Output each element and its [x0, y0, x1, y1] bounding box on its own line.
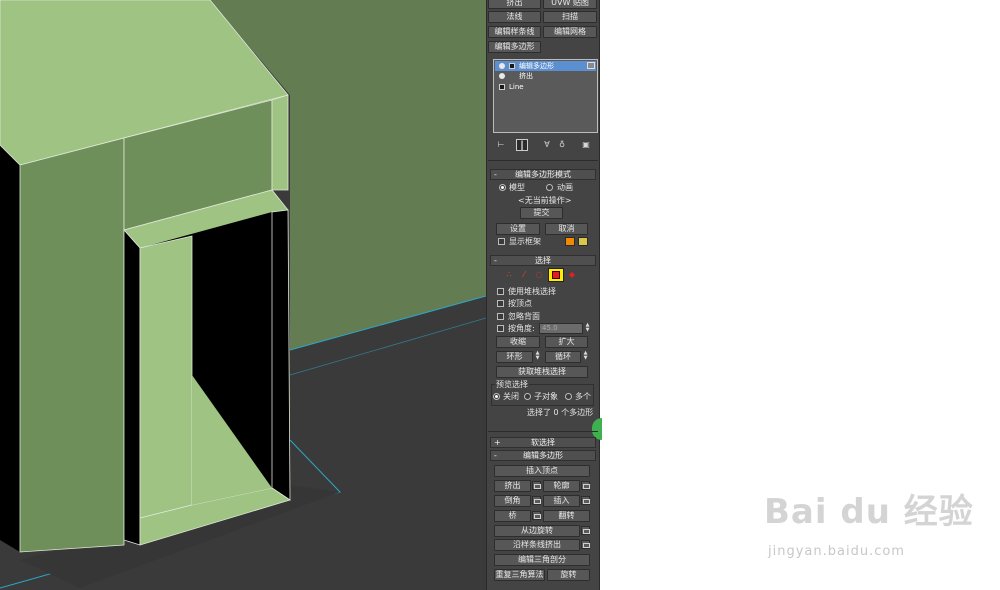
modifier-edit-poly-button[interactable]: 编辑多边形 — [488, 41, 541, 53]
stack-item-extrude[interactable]: 挤出 — [495, 71, 596, 81]
expand-icon[interactable] — [499, 84, 505, 90]
extrude-along-spline-button[interactable]: 沿样条线挤出 — [494, 539, 580, 551]
baidu-watermark: Bai du 经验 jingyan.baidu.com — [764, 484, 1000, 574]
commit-button[interactable]: 提交 — [520, 207, 563, 219]
viewport-scene — [0, 0, 486, 590]
by-vertex-checkbox[interactable] — [497, 300, 504, 307]
rollout-edit-poly-mode[interactable]: - 编辑多边形模式 — [490, 169, 596, 180]
rollout-selection[interactable]: - 选择 — [490, 255, 596, 266]
vertex-mode-icon[interactable]: ∴ — [503, 269, 515, 281]
angle-spinner-icon[interactable]: ▲ ▼ — [584, 323, 591, 335]
ring-spinner-icon[interactable]: ▲ ▼ — [534, 351, 541, 363]
divider — [488, 160, 598, 161]
edit-triangulation-button[interactable]: 编辑三角剖分 — [494, 554, 590, 566]
preview-off-radio[interactable] — [493, 393, 500, 400]
inset-settings-icon[interactable] — [581, 496, 590, 505]
retriangulate-button[interactable]: 重复三角算法 — [494, 569, 545, 581]
preview-selection-label: 预览选择 — [495, 380, 529, 389]
insert-vertex-button[interactable]: 插入顶点 — [494, 465, 590, 477]
polygon-mode-button[interactable] — [548, 268, 564, 282]
border-mode-icon[interactable]: ◌ — [533, 269, 545, 281]
show-cage-checkbox[interactable] — [498, 238, 505, 245]
animate-radio[interactable] — [546, 184, 553, 191]
preview-subobject-label: 子对象 — [534, 392, 558, 401]
angle-input[interactable]: 45.0 — [539, 323, 583, 334]
rollout-soft-selection[interactable]: + 软选择 — [490, 437, 596, 448]
stack-item-edit-poly[interactable]: 编辑多边形 — [495, 61, 596, 71]
baidu-logo: Bai du 经验 — [764, 492, 974, 532]
turn-button[interactable]: 旋转 — [547, 569, 590, 581]
cage-selected-color-swatch[interactable] — [578, 237, 588, 246]
modifier-edit-spline-button[interactable]: 编辑样条线 — [488, 26, 541, 38]
by-angle-label: 按角度: — [508, 324, 535, 333]
bevel-button[interactable]: 倒角 — [494, 495, 531, 507]
edge-mode-icon[interactable]: ⁄ — [518, 269, 530, 281]
preview-multi-radio[interactable] — [565, 393, 572, 400]
modifier-normal-button[interactable]: 法线 — [488, 11, 541, 23]
grow-button[interactable]: 扩大 — [545, 336, 588, 348]
remove-modifier-icon[interactable]: ♁ — [556, 139, 568, 151]
outline-settings-icon[interactable] — [581, 481, 590, 490]
stack-lock-icon[interactable] — [587, 62, 595, 69]
ignore-backfacing-checkbox[interactable] — [497, 313, 504, 320]
selection-status: 选择了 0 个多边形 — [527, 408, 594, 417]
current-operation-label: <无当前操作> — [518, 196, 572, 205]
rollout-edit-polygons[interactable]: - 编辑多边形 — [490, 450, 596, 461]
bridge-settings-icon[interactable] — [532, 511, 541, 520]
element-mode-icon[interactable]: ◆ — [566, 269, 578, 281]
settings-button[interactable]: 设置 — [496, 223, 540, 235]
cage-color-swatch[interactable] — [565, 237, 575, 246]
modifier-extrude-button[interactable]: 挤出 — [488, 0, 541, 9]
show-end-result-icon[interactable]: ┃ — [516, 139, 528, 151]
shrink-button[interactable]: 收缩 — [496, 336, 540, 348]
expand-icon[interactable] — [509, 63, 515, 69]
model-radio[interactable] — [499, 184, 506, 191]
by-angle-checkbox[interactable] — [497, 325, 504, 332]
modifier-edit-mesh-button[interactable]: 编辑网格 — [543, 26, 597, 38]
get-stack-selection-button[interactable]: 获取堆栈选择 — [496, 366, 588, 378]
hinge-from-edge-button[interactable]: 从边旋转 — [494, 525, 580, 537]
ignore-backfacing-label: 忽略背面 — [508, 312, 540, 321]
pin-stack-icon[interactable]: ⊢ — [495, 139, 507, 151]
show-cage-label: 显示框架 — [509, 237, 541, 246]
extrude-button[interactable]: 挤出 — [494, 480, 531, 492]
ring-button[interactable]: 环形 — [496, 351, 533, 363]
extrude-spline-settings-icon[interactable] — [581, 540, 590, 549]
flip-button[interactable]: 翻转 — [543, 510, 590, 522]
hinge-settings-icon[interactable] — [581, 526, 590, 535]
outline-button[interactable]: 轮廓 — [543, 480, 580, 492]
divider — [488, 431, 598, 432]
preview-multi-label: 多个 — [575, 392, 591, 401]
configure-sets-icon[interactable]: ▣ — [580, 139, 592, 151]
bulb-icon[interactable] — [499, 63, 505, 69]
modifier-uvw-map-button[interactable]: UVW 贴图 — [543, 0, 597, 9]
extrude-settings-icon[interactable] — [532, 481, 541, 490]
viewport[interactable] — [0, 0, 486, 590]
preview-subobject-radio[interactable] — [524, 393, 531, 400]
watermark-url: jingyan.baidu.com — [768, 544, 905, 559]
animate-label: 动画 — [557, 183, 573, 192]
use-stack-selection-label: 使用堆栈选择 — [508, 287, 556, 296]
bulb-icon[interactable] — [499, 73, 505, 79]
bridge-button[interactable]: 桥 — [494, 510, 531, 522]
preview-off-label: 关闭 — [503, 392, 519, 401]
model-label: 模型 — [509, 183, 525, 192]
inset-button[interactable]: 插入 — [543, 495, 580, 507]
make-unique-icon[interactable]: ∀ — [541, 139, 553, 151]
loop-button[interactable]: 循环 — [545, 351, 581, 363]
loop-spinner-icon[interactable]: ▲ ▼ — [582, 351, 589, 363]
bevel-settings-icon[interactable] — [532, 496, 541, 505]
modifier-stack[interactable]: 编辑多边形 挤出 Line — [493, 59, 598, 133]
cancel-button[interactable]: 取消 — [545, 223, 588, 235]
modifier-sweep-button[interactable]: 扫描 — [543, 11, 597, 23]
polygon-icon — [552, 271, 560, 279]
stack-item-line[interactable]: Line — [495, 82, 596, 92]
use-stack-selection-checkbox[interactable] — [497, 288, 504, 295]
by-vertex-label: 按顶点 — [508, 299, 532, 308]
